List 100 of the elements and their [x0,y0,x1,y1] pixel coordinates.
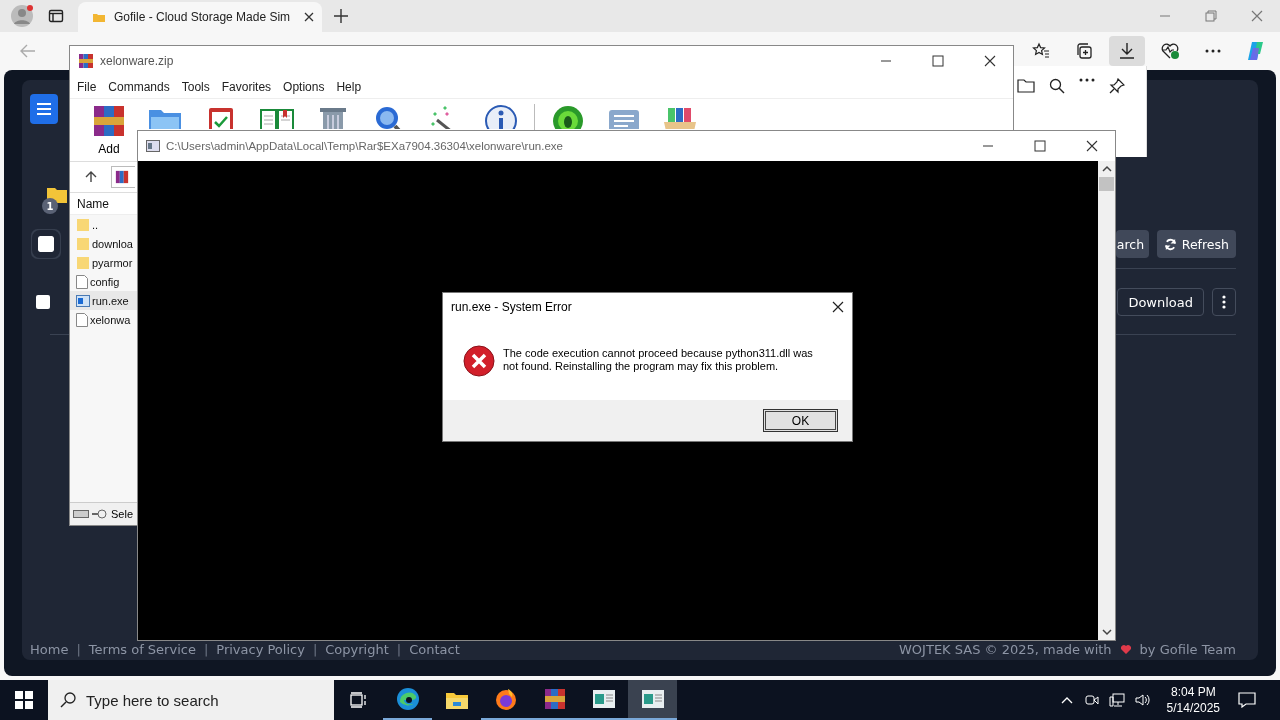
taskbar-search-field[interactable]: Type here to search [48,680,334,720]
file-row[interactable]: run.exe [70,291,137,310]
search-button[interactable]: arch [1115,230,1149,258]
folder-favicon-icon [92,11,106,23]
menu-item[interactable]: Favorites [221,80,272,94]
ok-button[interactable]: OK [763,409,838,432]
more-icon[interactable] [1079,78,1095,82]
file-row[interactable]: config [70,272,137,291]
scroll-up-icon[interactable] [1101,165,1112,173]
file-row[interactable]: xelonwa [70,310,137,329]
scroll-down-icon[interactable] [1101,628,1112,636]
more-icon [1222,295,1226,309]
network-icon[interactable] [1108,693,1125,707]
info-tool-icon[interactable] [483,104,519,129]
search-icon [60,692,76,708]
scrollbar[interactable] [1098,161,1115,640]
close-icon[interactable] [832,301,844,313]
credit-text: WOJTEK SAS © 2025, made with [899,642,1112,657]
footer-link[interactable]: Privacy Policy [216,642,305,657]
credit-text: by Gofile Team [1139,642,1236,657]
separator: | [312,642,318,657]
name-column-header[interactable]: Name [70,193,137,215]
folder-icon [76,236,90,251]
folder-icon[interactable] [1017,78,1035,93]
status-text: Sele [111,508,134,520]
close-icon[interactable] [984,55,996,67]
folder-icon [76,255,90,270]
folder-icon [444,690,469,710]
app-window-icon [591,689,616,709]
volume-icon[interactable] [1134,693,1151,707]
app-window-icon [640,689,665,709]
window-title: xelonware.zip [100,54,174,68]
refresh-button[interactable]: Refresh [1156,230,1236,258]
maximize-icon[interactable] [1034,140,1046,152]
notification-icon[interactable] [1238,692,1256,708]
archive-books-icon [92,104,126,138]
heart-pulse-icon [1160,42,1180,60]
add-button[interactable]: Add [92,104,126,156]
maximize-icon[interactable] [932,55,944,67]
archive-icon [78,53,94,69]
footer-link[interactable]: Home [30,642,69,657]
path-field[interactable] [111,166,135,188]
console-icon [146,140,160,152]
separator: | [203,642,209,657]
key-icon [91,509,107,519]
up-arrow-icon[interactable] [85,171,97,183]
footer-link[interactable]: Terms of Service [88,642,196,657]
file-checkbox[interactable] [36,295,50,309]
more-button[interactable] [1212,288,1236,316]
file-row[interactable]: .. [70,215,137,234]
search-icon[interactable] [1049,78,1065,94]
start-icon[interactable] [15,691,33,709]
footer-link[interactable]: Contact [409,642,460,657]
separator: | [396,642,402,657]
download-button[interactable]: Download [1117,288,1204,316]
folder-icon [76,217,90,232]
menu-icon [36,102,52,116]
task-view-icon [349,692,368,708]
file-icon [76,274,88,289]
heart-icon [1119,644,1132,655]
more-icon [1205,49,1221,53]
error-icon [463,345,495,377]
close-icon[interactable] [304,12,314,22]
clock-date[interactable]: 5/14/2025 [1166,700,1220,716]
menu-item[interactable]: Options [283,80,325,94]
browser-tab[interactable]: Gofile - Cloud Storage Made Sim [78,2,322,32]
drive-icon [73,510,89,518]
error-message: The code execution cannot proceed because python311.dll was not found. Reinstalling the program may fix this problem. [503,346,814,373]
pin-icon[interactable] [1109,78,1125,94]
file-row[interactable]: pyarmor [70,253,137,272]
menu-button[interactable] [30,94,58,124]
tab-actions-icon[interactable] [48,8,64,24]
dialog-title: run.exe - System Error [451,300,572,314]
menu-item[interactable]: Tools [181,80,210,94]
menu-item[interactable]: Help [336,80,362,94]
close-icon[interactable] [1086,140,1098,152]
camera-icon[interactable] [1084,693,1099,707]
file-row[interactable]: downloa [70,234,137,253]
menu-item[interactable]: File [77,80,97,94]
refresh-icon [1163,237,1177,251]
archive-icon [115,170,129,184]
file-icon [76,312,88,327]
star-list-icon [1032,42,1050,60]
chevron-up-icon[interactable] [1060,696,1073,704]
archive-books-icon [542,687,567,711]
downloads-button[interactable] [1109,36,1145,66]
window-title: C:\Users\admin\AppData\Local\Temp\Rar$EXa7904.36304\xelonware\run.exe [166,140,563,152]
folder-icon [46,186,68,204]
separator: | [76,642,81,657]
program-icon [76,294,90,307]
fox-globe-icon [493,687,518,711]
clock-time[interactable]: 8:04 PM [1170,684,1216,700]
menu-item[interactable]: Commands [108,80,170,94]
browser-logo-icon [395,687,420,711]
footer-link[interactable]: Copyright [325,642,389,657]
window-taskbar-button[interactable] [628,680,677,720]
scroll-thumb[interactable] [1099,177,1114,191]
count-badge: 1 [42,198,58,214]
profile-icon[interactable] [10,4,34,28]
new-tab-icon[interactable] [334,9,348,23]
